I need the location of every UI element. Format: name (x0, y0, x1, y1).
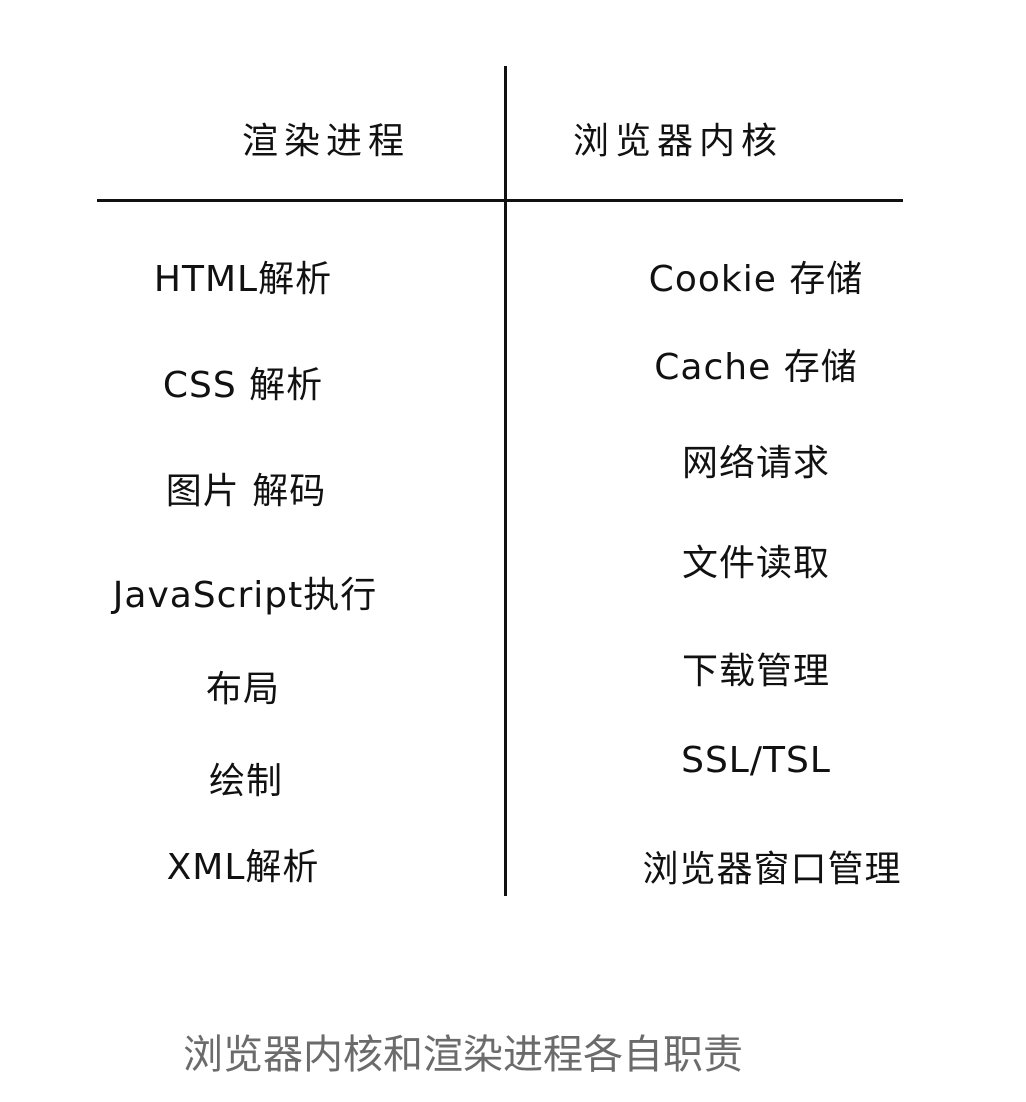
left-item-layout: 布局 (205, 669, 281, 710)
right-item-download-manage: 下载管理 (681, 651, 831, 692)
left-item-xml-parse: XML解析 (166, 847, 320, 888)
left-item-image-decode: 图片 解码 (165, 471, 327, 512)
right-item-cache-storage: Cache 存储 (654, 347, 858, 388)
right-item-network-request: 网络请求 (681, 443, 831, 484)
right-item-cookie-storage: Cookie 存储 (648, 259, 864, 300)
left-item-css-parse: CSS 解析 (162, 365, 324, 406)
header-browser-kernel: 浏览器内核 (572, 121, 784, 162)
right-item-file-read: 文件读取 (681, 543, 831, 584)
left-item-paint: 绘制 (208, 761, 284, 802)
right-item-ssl-tsl: SSL/TSL (681, 740, 831, 781)
left-item-html-parse: HTML解析 (153, 259, 333, 300)
figure-caption: 浏览器内核和渲染进程各自职责 (183, 1032, 743, 1078)
header-render-process: 渲染进程 (241, 121, 411, 162)
right-item-window-manage: 浏览器窗口管理 (642, 849, 902, 890)
vertical-divider (504, 66, 507, 896)
horizontal-divider (97, 199, 903, 202)
left-item-javascript-exec: JavaScript执行 (112, 575, 378, 616)
